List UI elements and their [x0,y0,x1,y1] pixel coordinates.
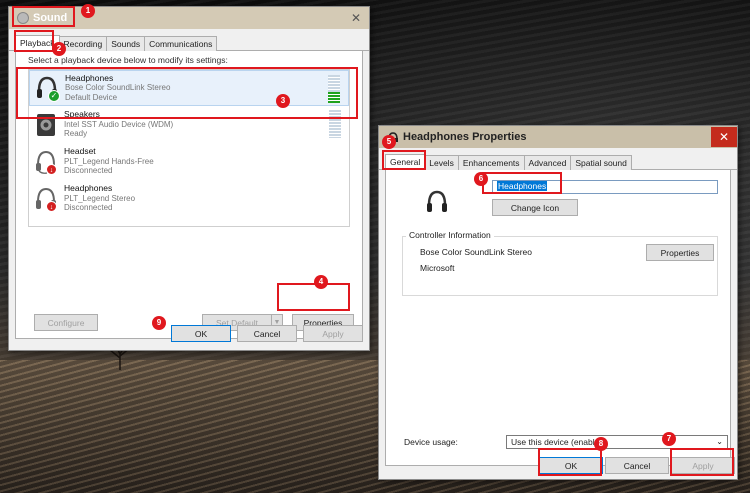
tab-enhancements[interactable]: Enhancements [457,155,525,170]
cancel-button[interactable]: Cancel [605,457,669,474]
annotation-marker: 4 [314,275,328,289]
annotation-box-ok [538,448,602,476]
device-usage-value: Use this device (enable) [511,437,603,447]
annotation-box-name-field [482,172,562,194]
device-usage-select[interactable]: Use this device (enable) ⌄ [506,435,728,449]
device-status: Ready [64,129,88,139]
list-item-headset[interactable]: ↓ Headset PLT_Legend Hands-Free Disconne… [29,143,349,180]
annotation-box-general-tab [382,150,426,170]
annotation-box-selected-device [16,67,358,119]
tab-advanced[interactable]: Advanced [523,155,572,170]
annotation-marker: 8 [594,437,608,451]
cancel-button[interactable]: Cancel [237,325,297,342]
annotation-marker: 5 [382,135,396,149]
annotation-box-properties [277,283,350,311]
ok-button[interactable]: OK [171,325,231,342]
list-item-headphones-plt[interactable]: ↓ Headphones PLT_Legend Stereo Disconnec… [29,180,349,217]
tab-communications[interactable]: Communications [144,36,218,51]
tab-spatial-sound[interactable]: Spatial sound [570,155,632,170]
headset-icon: ↓ [35,149,57,175]
tab-levels[interactable]: Levels [424,155,459,170]
device-status: Disconnected [64,203,113,213]
controller-vendor: Microsoft [420,263,455,273]
close-icon[interactable]: ✕ [351,11,361,25]
device-name: Headphones [64,183,113,194]
close-icon[interactable]: ✕ [711,127,737,147]
props-titlebar[interactable]: Headphones Properties ✕ [379,126,737,148]
annotation-marker: 9 [152,316,166,330]
props-title: Headphones Properties [403,131,527,143]
annotation-marker: 1 [81,4,95,18]
annotation-marker: 2 [52,42,66,56]
annotation-box-playback-tab [14,30,54,52]
arrow-down-icon: ↓ [46,200,57,212]
device-usage-label: Device usage: [404,437,458,447]
configure-button[interactable]: Configure [34,314,98,331]
props-tabs: General Levels Enhancements Advanced Spa… [379,148,737,170]
change-icon-button[interactable]: Change Icon [492,199,578,216]
annotation-box-apply [670,448,734,476]
controller-title: Controller Information [406,230,494,240]
device-driver: PLT_Legend Stereo [64,193,136,203]
apply-button[interactable]: Apply [303,325,363,342]
annotation-box-title [12,6,75,27]
arrow-down-icon: ↓ [46,163,57,175]
annotation-marker: 7 [662,432,676,446]
headphones-icon: ↓ [35,186,57,212]
annotation-marker: 3 [276,94,290,108]
device-driver: PLT_Legend Hands-Free [64,156,154,166]
device-name: Headset [64,146,96,157]
controller-name: Bose Color SoundLink Stereo [420,247,532,257]
headphones-icon [427,190,447,212]
chevron-down-icon: ⌄ [716,437,723,446]
annotation-marker: 6 [474,172,488,186]
device-driver: Intel SST Audio Device (WDM) [64,119,174,129]
controller-properties-button[interactable]: Properties [646,244,714,261]
tab-sounds[interactable]: Sounds [106,36,146,51]
general-panel: Headphones Change Icon Controller Inform… [385,170,731,466]
device-status: Disconnected [64,166,113,176]
